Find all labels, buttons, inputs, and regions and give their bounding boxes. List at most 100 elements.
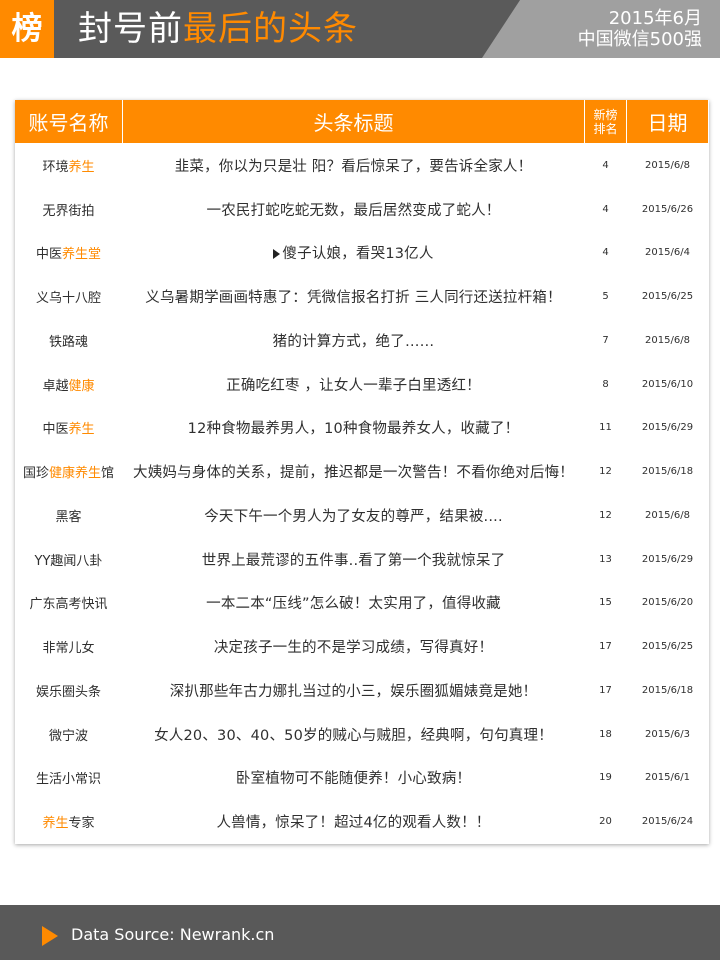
account-name-prefix: 铁路魂 xyxy=(48,334,88,350)
account-cell: 娱乐圈头条 xyxy=(15,669,123,713)
page-title-accent: 最后的头条 xyxy=(183,9,358,49)
account-cell: 无界街拍 xyxy=(15,187,123,232)
headline-text: 今天下午一个男人为了女友的尊严，结果被.... xyxy=(204,508,503,525)
account-name-prefix: 生活小常识 xyxy=(35,772,101,788)
column-header-headline: 头条标题 xyxy=(123,100,585,144)
account-name-prefix: YY趣闻八卦 xyxy=(34,553,103,569)
account-name-suffix: 专家 xyxy=(68,816,95,832)
headline-cell: 人兽情，惊呆了！超过4亿的观看人数！！ xyxy=(123,800,585,844)
account-cell: 养生专家 xyxy=(15,800,123,844)
account-name: YY趣闻八卦 xyxy=(35,550,103,569)
account-cell: 义乌十八腔 xyxy=(15,275,123,319)
headline-cell: 深扒那些年古力娜扎当过的小三，娱乐圈狐媚婊竟是她！ xyxy=(123,669,585,713)
account-cell: 铁路魂 xyxy=(15,319,123,363)
account-name: 养生专家 xyxy=(42,812,94,831)
account-cell: YY趣闻八卦 xyxy=(15,537,123,582)
report-scope: 中国微信500强 xyxy=(577,29,702,50)
rank-cell: 15 xyxy=(585,581,627,626)
headline-text: 女人20、30、40、50岁的贼心与贼胆，经典啊，句句真理！ xyxy=(154,727,553,744)
account-name: 非常儿女 xyxy=(42,637,94,656)
account-name-prefix: 义乌十八腔 xyxy=(35,291,101,307)
date-cell: 2015/6/10 xyxy=(627,362,709,407)
account-name-prefix: 非常儿女 xyxy=(42,641,95,657)
account-name: 无界街拍 xyxy=(42,200,94,219)
account-name-prefix: 无界街拍 xyxy=(42,203,95,219)
headline-cell: 决定孩子一生的不是学习成绩，写得真好！ xyxy=(123,625,585,669)
account-name-prefix: 黑客 xyxy=(55,509,82,525)
headline-text: 深扒那些年古力娜扎当过的小三，娱乐圈狐媚婊竟是她！ xyxy=(169,683,538,700)
rank-cell: 18 xyxy=(585,712,627,757)
account-cell: 非常儿女 xyxy=(15,625,123,669)
headline-cell: 世界上最荒谬的五件事..看了第一个我就惊呆了 xyxy=(123,537,585,582)
headline-table-grid: 账号名称 头条标题 新榜 排名 日期 环境养生 韭菜，你以为只是壮 阳？看后惊呆了… xyxy=(15,100,709,844)
date-cell: 2015/6/24 xyxy=(627,800,709,844)
account-name-prefix: 中医 xyxy=(42,422,69,438)
rank-cell: 11 xyxy=(585,406,627,451)
account-cell: 国珍健康养生馆 xyxy=(15,450,123,494)
date-cell: 2015/6/4 xyxy=(627,231,709,276)
rank-cell: 4 xyxy=(585,187,627,232)
headline-cell: 一本二本“压线”怎么破！太实用了，值得收藏 xyxy=(123,581,585,626)
headline-cell: 义乌暑期学画画特惠了：凭微信报名打折 三人同行还送拉杆箱！ xyxy=(123,275,585,319)
headline-cell: 卧室植物可不能随便养！小心致病！ xyxy=(123,756,585,801)
date-cell: 2015/6/25 xyxy=(627,625,709,669)
headline-text: 12种食物最养男人，10种食物最养女人，收藏了！ xyxy=(187,421,520,438)
account-name: 广东高考快讯 xyxy=(29,593,107,612)
account-cell: 微宁波 xyxy=(15,712,123,757)
rank-cell: 7 xyxy=(585,319,627,363)
account-cell: 生活小常识 xyxy=(15,756,123,801)
play-icon xyxy=(273,248,281,259)
headline-cell: 今天下午一个男人为了女友的尊严，结果被.... xyxy=(123,494,585,538)
rank-cell: 12 xyxy=(585,450,627,494)
account-name: 卓越健康 xyxy=(42,375,94,394)
date-cell: 2015/6/8 xyxy=(627,144,709,188)
account-name: 中医养生 xyxy=(42,418,94,437)
account-name: 娱乐圈头条 xyxy=(36,681,101,700)
headline-cell: 12种食物最养男人，10种食物最养女人，收藏了！ xyxy=(123,406,585,451)
headline-text: 卧室植物可不能随便养！小心致病！ xyxy=(235,771,472,788)
headline-cell: 大姨妈与身体的关系，提前，推迟都是一次警告！不看你绝对后悔！ xyxy=(123,450,585,494)
date-cell: 2015/6/25 xyxy=(627,275,709,319)
headline-cell: 正确吃红枣 ，让女人一辈子白里透红！ xyxy=(123,362,585,407)
headline-text: 一本二本“压线”怎么破！太实用了，值得收藏 xyxy=(206,596,501,613)
account-name-highlight: 健康 xyxy=(68,378,95,394)
page-title-main: 封号前 xyxy=(78,9,183,49)
date-cell: 2015/6/8 xyxy=(627,319,709,363)
account-name: 国珍健康养生馆 xyxy=(23,462,114,481)
headline-cell: 猪的计算方式，绝了…… xyxy=(123,319,585,363)
account-name-prefix: 广东高考快讯 xyxy=(29,597,108,613)
account-name-highlight: 健康养生 xyxy=(48,466,101,482)
date-cell: 2015/6/18 xyxy=(627,669,709,713)
rank-cell: 13 xyxy=(585,537,627,582)
account-name: 铁路魂 xyxy=(49,331,88,350)
account-name: 环境养生 xyxy=(42,156,94,175)
account-cell: 环境养生 xyxy=(15,144,123,188)
date-cell: 2015/6/26 xyxy=(627,187,709,232)
headline-text: 猪的计算方式，绝了…… xyxy=(272,333,435,350)
rank-cell: 5 xyxy=(585,275,627,319)
account-name-prefix: 中医 xyxy=(35,247,62,263)
account-cell: 中医养生堂 xyxy=(15,231,123,276)
column-header-account: 账号名称 xyxy=(15,100,123,144)
play-arrow-icon xyxy=(42,926,58,946)
header-date-box: 2015年6月 中国微信500强 xyxy=(482,0,720,58)
account-name: 微宁波 xyxy=(49,725,88,744)
account-name-prefix: 娱乐圈头条 xyxy=(35,684,101,700)
headline-text: 决定孩子一生的不是学习成绩，写得真好！ xyxy=(213,640,494,657)
account-name-highlight: 养生 xyxy=(68,159,95,175)
rank-cell: 4 xyxy=(585,231,627,276)
headline-text: 世界上最荒谬的五件事..看了第一个我就惊呆了 xyxy=(201,552,506,569)
rank-cell: 20 xyxy=(585,800,627,844)
header-date-text: 2015年6月 中国微信500强 xyxy=(578,8,702,50)
report-month: 2015年6月 xyxy=(608,8,702,29)
account-name: 义乌十八腔 xyxy=(36,287,101,306)
headline-cell: 一农民打蛇吃蛇无数，最后居然变成了蛇人！ xyxy=(123,187,585,232)
date-cell: 2015/6/8 xyxy=(627,494,709,538)
date-cell: 2015/6/1 xyxy=(627,756,709,801)
headline-text: 人兽情，惊呆了！超过4亿的观看人数！！ xyxy=(216,815,491,832)
account-name-prefix: 卓越 xyxy=(42,378,69,394)
headline-cell: 傻子认娘，看哭13亿人 xyxy=(123,231,585,276)
account-name-suffix: 馆 xyxy=(101,466,115,482)
headline-text: 一农民打蛇吃蛇无数，最后居然变成了蛇人！ xyxy=(206,202,501,219)
account-name-highlight: 养生堂 xyxy=(62,247,102,263)
